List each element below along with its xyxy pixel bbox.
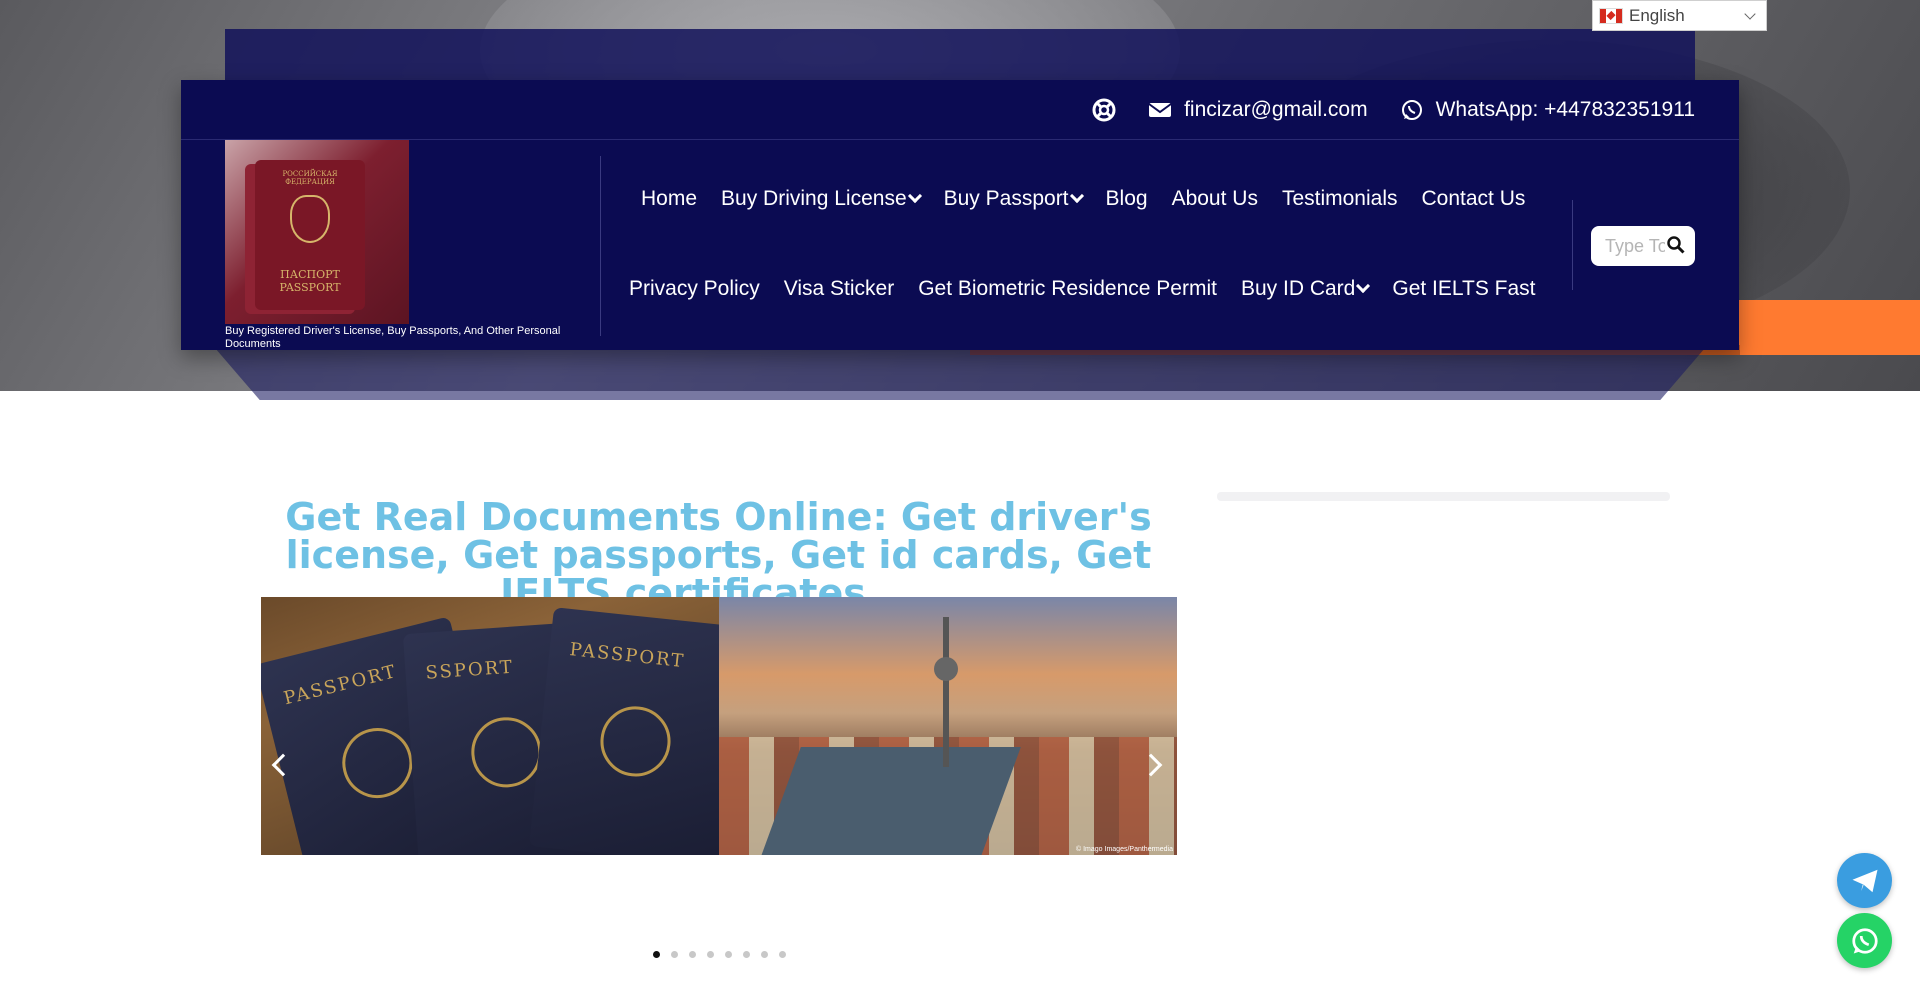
carousel-dot[interactable] [725,951,732,958]
passport-image-label: PASSPORT [568,639,687,673]
nav-get-ielts-fast[interactable]: Get IELTS Fast [1392,277,1535,301]
nav-about-us[interactable]: About Us [1172,187,1258,211]
language-label: English [1629,5,1685,25]
nav-blog[interactable]: Blog [1106,187,1148,211]
chevron-down-icon [907,188,922,204]
passport-graphic-top-text: РОССИЙСКАЯ ФЕДЕРАЦИЯ [282,170,338,186]
email-link[interactable]: fincizar@gmail.com [1148,98,1368,122]
search-input[interactable] [1605,235,1665,257]
nav-buy-driving-license[interactable]: Buy Driving License [721,187,922,211]
nav-buy-id-card[interactable]: Buy ID Card [1241,277,1371,301]
whatsapp-link[interactable]: WhatsApp: +447832351911 [1400,98,1695,122]
nav-contact-us[interactable]: Contact Us [1422,187,1526,211]
carousel-dot[interactable] [779,951,786,958]
site-logo[interactable]: РОССИЙСКАЯ ФЕДЕРАЦИЯ ПАСПОРТ PASSPORT Bu… [225,140,585,350]
canada-flag-icon [1599,7,1623,24]
nav-buy-passport[interactable]: Buy Passport [944,187,1084,211]
tv-tower [943,617,949,767]
search-icon[interactable] [1667,236,1685,254]
chevron-down-icon [1744,8,1756,20]
header-frame-top [225,29,1695,84]
coat-of-arms-icon [290,195,330,243]
whatsapp-text: WhatsApp: +447832351911 [1435,97,1695,121]
sidebar-placeholder [1217,492,1670,501]
header-topbar: fincizar@gmail.com WhatsApp: +4478323519… [181,80,1739,140]
page-headline: Get Real Documents Online: Get driver's … [285,495,1152,615]
site-header: fincizar@gmail.com WhatsApp: +4478323519… [181,80,1739,350]
chevron-down-icon [1356,278,1371,294]
carousel-dot[interactable] [671,951,678,958]
passport-graphic-bottom-text: ПАСПОРТ PASSPORT [279,268,341,294]
image-carousel: PASSPORT SSPORT PASSPORT © Imago Images/… [261,597,1177,855]
nav-testimonials[interactable]: Testimonials [1282,187,1398,211]
whatsapp-icon [1851,927,1878,954]
whatsapp-chat-button[interactable] [1837,913,1892,968]
nav-row-1: Home Buy Driving License Buy Passport Bl… [641,187,1525,211]
nav-privacy-policy[interactable]: Privacy Policy [629,277,760,301]
language-selector[interactable]: English [1592,0,1767,31]
carousel-pagination [653,951,786,958]
whatsapp-icon [1401,99,1422,120]
nav-home[interactable]: Home [641,187,697,211]
search-divider [1572,200,1573,290]
carousel-dot[interactable] [707,951,714,958]
passport-image-label: PASSPORT [281,660,400,710]
chevron-down-icon [1069,188,1084,204]
header-frame-bottom [215,348,1705,400]
carousel-dot[interactable] [653,951,660,958]
carousel-dot[interactable] [761,951,768,958]
nav-row-2: Privacy Policy Visa Sticker Get Biometri… [629,277,1536,301]
logo-image: РОССИЙСКАЯ ФЕДЕРАЦИЯ ПАСПОРТ PASSPORT [225,140,409,324]
image-credit: © Imago Images/Panthermedia [1076,846,1173,853]
nav-visa-sticker[interactable]: Visa Sticker [784,277,895,301]
support-link[interactable] [1092,98,1116,122]
header-divider [600,156,601,336]
search-box [1591,226,1695,266]
carousel-slide-passports[interactable]: PASSPORT SSPORT PASSPORT [261,597,753,855]
passport-image-label: SSPORT [424,656,515,684]
nav-biometric-residence-permit[interactable]: Get Biometric Residence Permit [918,277,1217,301]
passport-graphic: РОССИЙСКАЯ ФЕДЕРАЦИЯ ПАСПОРТ PASSPORT [255,160,365,310]
telegram-button[interactable] [1837,853,1892,908]
site-tagline: Buy Registered Driver's License, Buy Pas… [225,325,561,350]
carousel-slide-cityscape[interactable]: © Imago Images/Panthermedia [719,597,1177,855]
carousel-dot[interactable] [743,951,750,958]
telegram-icon [1852,869,1877,892]
envelope-icon [1148,102,1172,117]
carousel-dot[interactable] [689,951,696,958]
lifebuoy-icon [1092,98,1116,121]
email-text: fincizar@gmail.com [1184,97,1368,121]
